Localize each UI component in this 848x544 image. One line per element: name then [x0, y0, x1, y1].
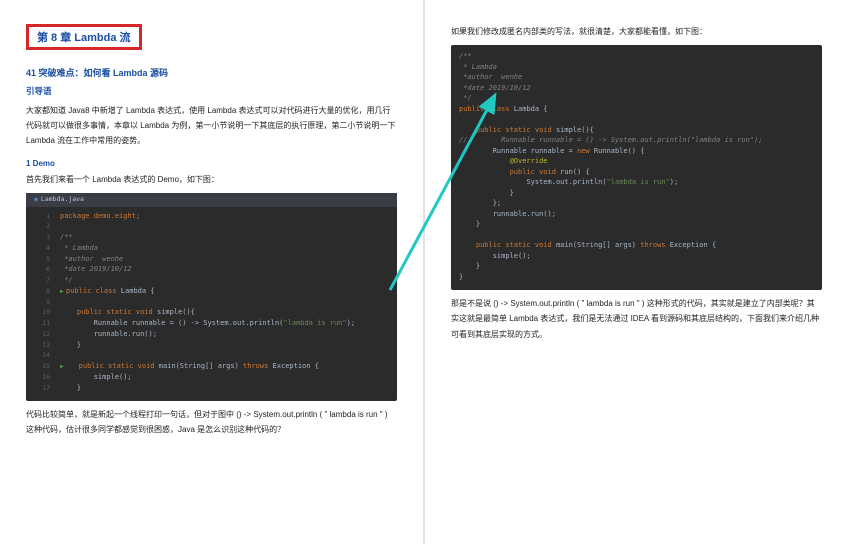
right-outro-text: 那是不是说 () -> System.out.println ( " lambd… [451, 296, 822, 342]
intro-paragraph: 大家都知道 Java8 中新增了 Lambda 表达式，使用 Lambda 表达… [26, 103, 397, 149]
intro-label: 引导语 [26, 85, 397, 97]
code-text: *date 2019/10/12 [459, 84, 531, 92]
demo-section-label: 1 Demo [26, 159, 397, 168]
right-top-text: 如果我们修改成匿名内部类的写法，就很清楚，大家都能看懂，如下图： [451, 24, 822, 39]
editor-tab-bar: ◉Lambda.java [26, 193, 397, 207]
code-text: *author wenhe [459, 73, 522, 81]
code-text: /** [459, 52, 472, 60]
code-text: *date 2019/10/12 [60, 265, 132, 273]
code-text: */ [60, 276, 73, 284]
page-left: 第 8 章 Lambda 流 41 突破难点：如何看 Lambda 源码 引导语… [0, 0, 424, 544]
tab-filename: Lambda.java [41, 195, 84, 203]
demo-outro-text: 代码比较简单，就是新起一个线程打印一句话，但对于图中 () -> System.… [26, 407, 397, 437]
demo-intro-text: 首先我们来看一个 Lambda 表达式的 Demo，如下图： [26, 172, 397, 187]
page-right: 如果我们修改成匿名内部类的写法，就很清楚，大家都能看懂，如下图： /** * L… [424, 0, 848, 544]
code-text: * Lambda [60, 244, 98, 252]
code-text: *author wenhe [60, 255, 123, 263]
code-text: @Override [510, 157, 548, 165]
code-block-left: ◉Lambda.java 1package demo.eight; 2 3/**… [26, 193, 397, 402]
code-block-right: /** * Lambda *author wenhe *date 2019/10… [451, 45, 822, 290]
code-text: package demo.eight; [60, 212, 140, 220]
code-text: /** [60, 233, 73, 241]
code-text: * Lambda [459, 63, 497, 71]
run-gutter-icon: ▶ [60, 362, 66, 371]
code-text: */ [459, 94, 472, 102]
code-text: // Runnable runnable = () -> System.out.… [459, 136, 762, 144]
chapter-title: 第 8 章 Lambda 流 [37, 32, 131, 44]
chapter-highlight-box: 第 8 章 Lambda 流 [26, 24, 142, 50]
java-file-icon: ◉ [34, 195, 38, 203]
section-title: 41 突破难点：如何看 Lambda 源码 [26, 66, 397, 79]
